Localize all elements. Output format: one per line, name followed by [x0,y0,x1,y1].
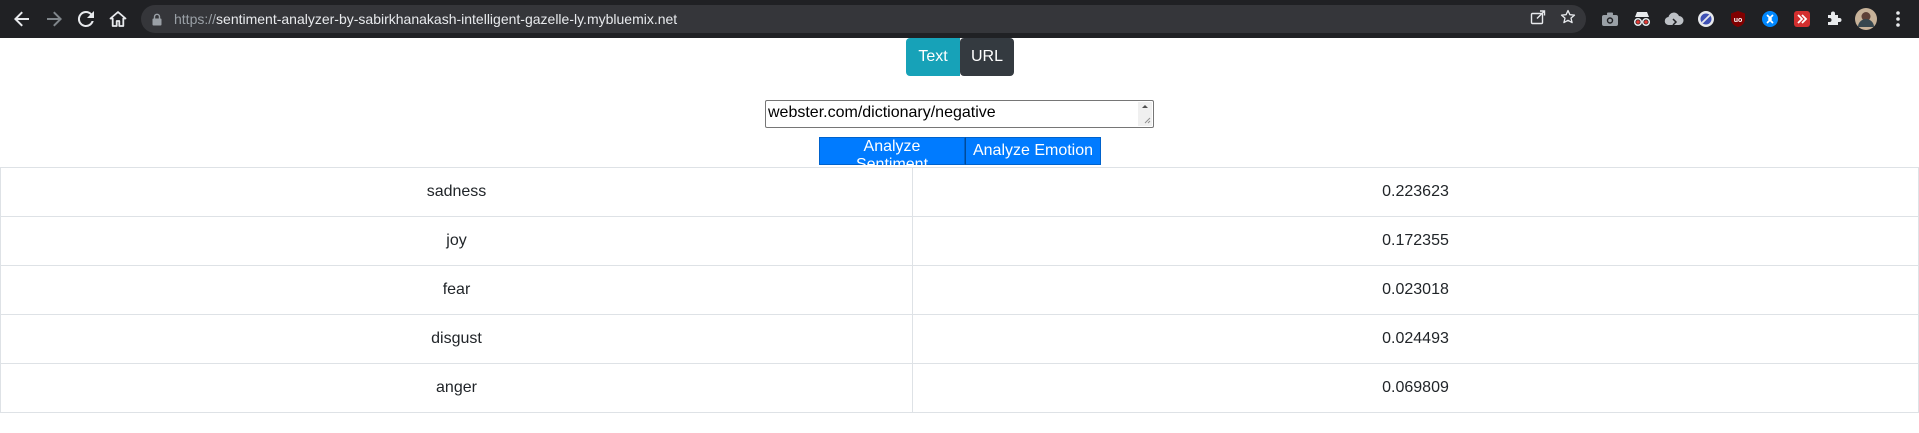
ublock-extension-icon[interactable]: uo [1726,7,1750,31]
table-row: fear 0.023018 [0,265,1919,315]
address-bar[interactable]: https://sentiment-analyzer-by-sabirkhana… [141,5,1586,33]
text-mode-button[interactable]: Text [906,38,960,76]
forward-arrow-icon[interactable] [38,3,70,35]
omnibox-actions [1530,5,1576,33]
puzzle-icon[interactable] [1822,7,1846,31]
emotion-score: 0.023018 [912,265,1919,315]
table-row: sadness 0.223623 [0,167,1919,217]
cloud-extension-icon[interactable] [1662,7,1686,31]
analyze-emotion-button[interactable]: Analyze Emotion [965,137,1101,165]
browser-toolbar: https://sentiment-analyzer-by-sabirkhana… [0,0,1919,38]
menu-dots-icon[interactable] [1886,7,1910,31]
emotion-name: anger [0,363,913,413]
emotion-name: joy [0,216,913,266]
table-row: disgust 0.024493 [0,314,1919,364]
url-host: sentiment-analyzer-by-sabirkhanakash-int… [216,11,678,27]
camera-extension-icon[interactable] [1598,7,1622,31]
home-icon[interactable] [102,3,134,35]
emotion-score: 0.223623 [912,167,1919,217]
nav-buttons [6,3,134,35]
spy-extension-icon[interactable] [1630,7,1654,31]
url-text[interactable]: https://sentiment-analyzer-by-sabirkhana… [174,11,677,27]
table-row: joy 0.172355 [0,216,1919,266]
profile-avatar[interactable] [1854,7,1878,31]
bookmark-star-icon[interactable] [1560,9,1576,30]
ublock-label: uo [1734,17,1743,24]
redirect-extension-icon[interactable] [1790,7,1814,31]
emotion-name: sadness [0,167,913,217]
emotion-score: 0.069809 [912,363,1919,413]
table-row: anger 0.069809 [0,363,1919,413]
lock-icon[interactable] [150,12,164,26]
textarea-scrollbar[interactable] [1138,102,1152,126]
text-input-value: webster.com/dictionary/negative [768,104,996,121]
block-extension-icon[interactable] [1694,7,1718,31]
url-mode-button[interactable]: URL [960,38,1014,76]
extensions-area: uo [1598,4,1910,34]
emotion-results-table: sadness 0.223623 joy 0.172355 fear 0.023… [0,167,1919,413]
text-input[interactable]: webster.com/dictionary/negative [765,100,1154,128]
shazam-extension-icon[interactable] [1758,7,1782,31]
analyze-buttons: Analyze Sentiment Analyze Emotion [819,137,1101,173]
emotion-name: fear [0,265,913,315]
back-arrow-icon[interactable] [6,3,38,35]
emotion-score: 0.024493 [912,314,1919,364]
emotion-score: 0.172355 [912,216,1919,266]
emotion-name: disgust [0,314,913,364]
analyze-sentiment-button[interactable]: Analyze Sentiment [819,137,965,173]
page-content: Text URL webster.com/dictionary/negative… [0,38,1919,433]
reload-icon[interactable] [70,3,102,35]
mode-toggle: Text URL [906,38,1014,76]
share-icon[interactable] [1530,9,1546,30]
url-scheme: https:// [174,11,217,27]
